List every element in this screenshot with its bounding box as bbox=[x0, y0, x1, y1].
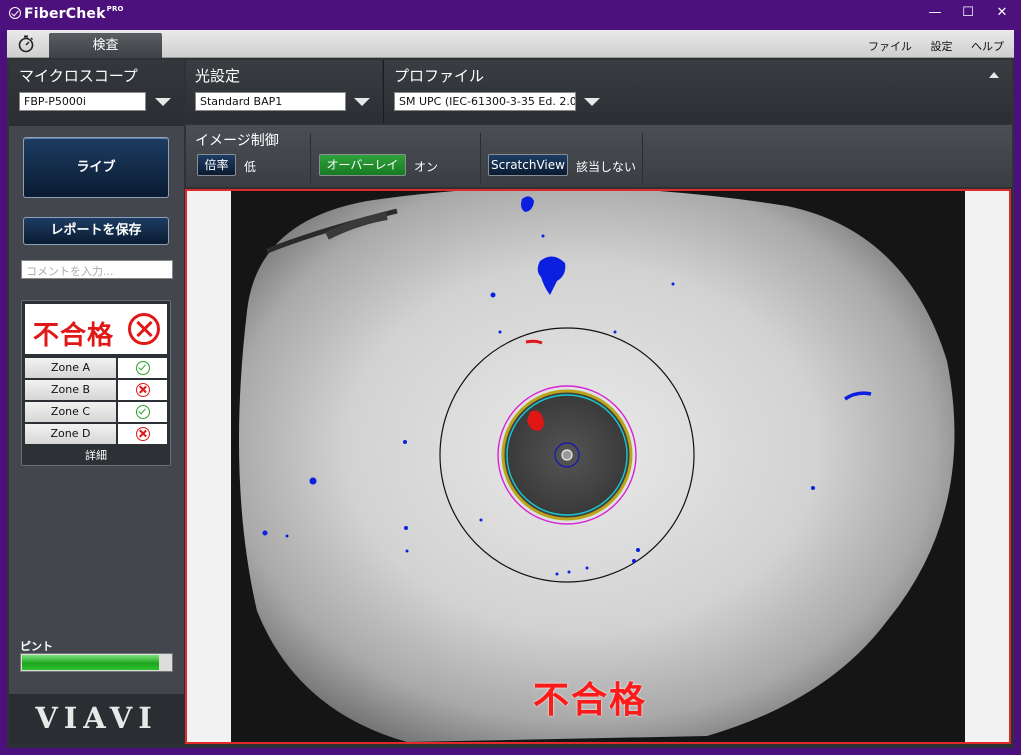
divider bbox=[642, 133, 643, 183]
scratchview-value: 該当しない bbox=[576, 160, 637, 174]
minimize-button[interactable]: — bbox=[917, 0, 953, 26]
zone-name: Zone D bbox=[25, 424, 116, 444]
focus-meter-fill bbox=[22, 655, 159, 670]
magnification-button[interactable]: 倍率 bbox=[197, 154, 236, 176]
menu-bar: 検査 ファイル 設定 ヘルプ bbox=[7, 30, 1014, 58]
comment-input[interactable]: コメントを入力... bbox=[21, 260, 173, 279]
result-summary: 不合格 Zone A Zone B Zone C Zone D 詳細 bbox=[21, 300, 171, 466]
overall-result-text: 不合格 bbox=[33, 321, 115, 351]
light-setting-select[interactable]: Standard BAP1 bbox=[195, 92, 346, 111]
divider bbox=[480, 133, 481, 183]
maximize-button[interactable]: ☐ bbox=[950, 0, 986, 26]
focus-label: ピント bbox=[20, 640, 53, 653]
magnification-value: 低 bbox=[244, 160, 257, 174]
zone-status bbox=[118, 380, 167, 400]
app-title-text: FiberChek bbox=[24, 6, 106, 22]
fail-x-icon bbox=[136, 427, 150, 441]
live-button[interactable]: ライブ bbox=[23, 137, 169, 198]
zone-name: Zone C bbox=[25, 402, 116, 422]
zone-row: Zone D bbox=[25, 424, 167, 444]
zone-row: Zone B bbox=[25, 380, 167, 400]
stopwatch-icon[interactable] bbox=[17, 35, 35, 53]
profile-select[interactable]: SM UPC (IEC-61300-3-35 Ed. 2.0) bbox=[394, 92, 576, 111]
profile-panel: プロファイル SM UPC (IEC-61300-3-35 Ed. 2.0) bbox=[384, 60, 1012, 123]
fiberchek-logo-icon bbox=[9, 7, 21, 19]
menu-help[interactable]: ヘルプ bbox=[971, 40, 1004, 53]
pass-check-icon bbox=[136, 361, 150, 375]
focus-meter bbox=[20, 653, 173, 672]
image-control-bar: イメージ制御 倍率 低 オーバーレイ オン ScratchView 該当しない bbox=[186, 125, 1012, 187]
profile-dropdown-icon[interactable] bbox=[584, 98, 600, 106]
overlay-value: オン bbox=[414, 160, 439, 174]
menu-file[interactable]: ファイル bbox=[868, 40, 912, 53]
left-panel: マイクロスコープ FBP-P5000i ライブ レポートを保存 コメントを入力.… bbox=[9, 60, 184, 744]
overlay-button[interactable]: オーバーレイ bbox=[319, 154, 406, 176]
zone-name: Zone A bbox=[25, 358, 116, 378]
scratchview-button[interactable]: ScratchView bbox=[488, 154, 568, 176]
collapse-panel-icon[interactable] bbox=[989, 72, 999, 78]
fail-icon bbox=[128, 313, 160, 345]
tab-inspect[interactable]: 検査 bbox=[49, 33, 162, 58]
pass-check-icon bbox=[136, 405, 150, 419]
zone-status bbox=[118, 402, 167, 422]
fiber-endface-image bbox=[231, 191, 965, 742]
light-setting-dropdown-icon[interactable] bbox=[354, 98, 370, 106]
microscope-dropdown-icon[interactable] bbox=[155, 98, 171, 106]
fiber-image-view[interactable]: 不合格 bbox=[185, 189, 1011, 744]
fail-x-icon bbox=[136, 383, 150, 397]
menu-settings[interactable]: 設定 bbox=[931, 40, 953, 53]
profile-heading: プロファイル bbox=[394, 67, 485, 85]
details-link[interactable]: 詳細 bbox=[22, 447, 170, 463]
save-report-button[interactable]: レポートを保存 bbox=[23, 217, 169, 245]
app-title-suffix: PRO bbox=[106, 5, 124, 13]
light-setting-heading: 光設定 bbox=[195, 67, 241, 85]
microscope-select[interactable]: FBP-P5000i bbox=[19, 92, 146, 111]
divider bbox=[310, 133, 311, 183]
verdict-overlay-text: 不合格 bbox=[533, 680, 648, 721]
microscope-heading: マイクロスコープ bbox=[19, 67, 138, 85]
brand-footer: VIAVI bbox=[9, 694, 184, 744]
zone-row: Zone C bbox=[25, 402, 167, 422]
zone-name: Zone B bbox=[25, 380, 116, 400]
image-control-heading: イメージ制御 bbox=[195, 133, 279, 149]
title-bar: FiberChekPRO — ☐ ✕ bbox=[0, 0, 1021, 30]
zone-row: Zone A bbox=[25, 358, 167, 378]
viavi-logo: VIAVI bbox=[35, 701, 158, 735]
microscope-section: マイクロスコープ FBP-P5000i bbox=[9, 60, 184, 126]
menu: ファイル 設定 ヘルプ bbox=[853, 38, 1004, 54]
app-title: FiberChekPRO bbox=[9, 5, 124, 22]
close-button[interactable]: ✕ bbox=[984, 0, 1020, 26]
overall-result-banner: 不合格 bbox=[25, 304, 167, 354]
zone-status bbox=[118, 424, 167, 444]
zone-status bbox=[118, 358, 167, 378]
light-setting-panel: 光設定 Standard BAP1 bbox=[186, 60, 382, 123]
